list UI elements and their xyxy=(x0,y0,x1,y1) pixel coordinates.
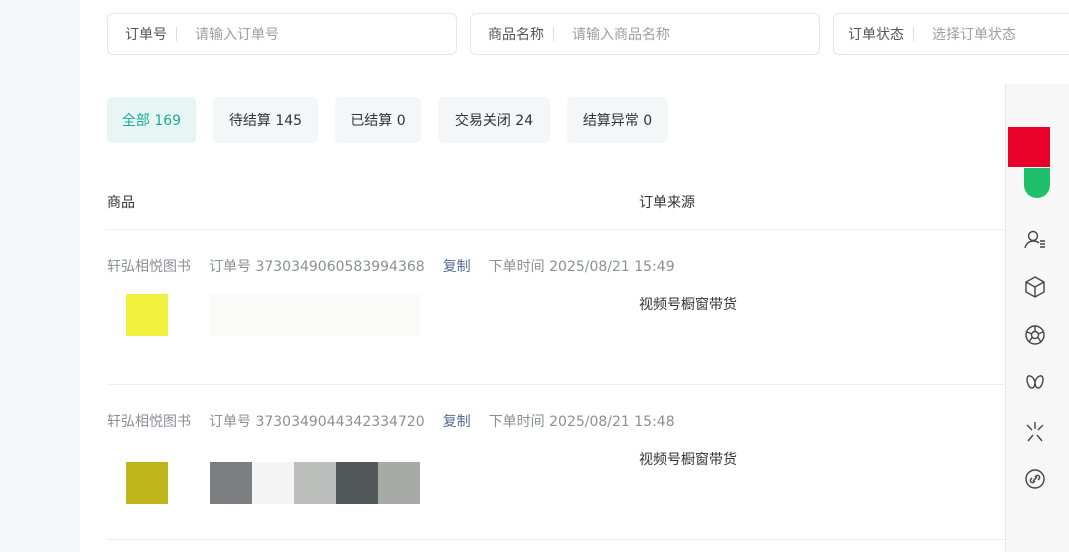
link-icon[interactable] xyxy=(1022,466,1048,492)
product-name-filter[interactable]: 商品名称 请输入商品名称 xyxy=(470,13,820,55)
order-source: 视频号橱窗带货 xyxy=(639,297,737,313)
sparkle-icon[interactable] xyxy=(1022,419,1048,445)
order-status-select[interactable]: 选择订单状态 xyxy=(914,24,1016,44)
order-status-label: 订单状态 xyxy=(834,24,914,44)
order-meta-row: 轩弘相悦图书 订单号 3730349060583994368 复制 下单时间 2… xyxy=(107,256,693,276)
product-thumbnail[interactable] xyxy=(294,462,336,504)
product-thumbnail[interactable] xyxy=(378,462,420,504)
order-number-filter[interactable]: 订单号 请输入订单号 xyxy=(107,13,457,55)
product-name-input[interactable]: 请输入商品名称 xyxy=(554,24,670,44)
tab-pending-settlement[interactable]: 待结算 145 xyxy=(213,97,318,143)
cube-icon[interactable] xyxy=(1022,274,1048,300)
copy-button[interactable]: 复制 xyxy=(443,256,471,276)
column-order-source: 订单来源 xyxy=(639,195,695,211)
shop-name[interactable]: 轩弘相悦图书 xyxy=(107,411,191,431)
copy-button[interactable]: 复制 xyxy=(443,411,471,431)
shop-name[interactable]: 轩弘相悦图书 xyxy=(107,256,191,276)
product-thumbnail[interactable] xyxy=(210,462,252,504)
product-name-label: 商品名称 xyxy=(471,24,554,44)
order-status-filter[interactable]: 订单状态 选择订单状态 xyxy=(833,13,1069,55)
chat-icon[interactable] xyxy=(1024,168,1050,198)
row-divider xyxy=(107,384,1005,385)
butterfly-icon[interactable] xyxy=(1022,370,1048,396)
product-thumbnail-blurred xyxy=(210,294,420,336)
product-thumbnail[interactable] xyxy=(126,462,168,504)
order-number-label: 订单号 xyxy=(108,24,177,44)
brand-badge[interactable] xyxy=(1008,127,1050,167)
aperture-icon[interactable] xyxy=(1022,322,1048,348)
row-divider xyxy=(107,539,1005,540)
user-list-icon[interactable] xyxy=(1022,227,1048,253)
product-thumbnail[interactable] xyxy=(252,462,294,504)
order-meta-row: 轩弘相悦图书 订单号 3730349044342334720 复制 下单时间 2… xyxy=(107,411,693,431)
order-number: 订单号 3730349044342334720 xyxy=(209,414,425,430)
order-source: 视频号橱窗带货 xyxy=(639,452,737,468)
product-thumbnail[interactable] xyxy=(126,294,168,336)
order-time: 下单时间 2025/08/21 15:48 xyxy=(488,414,675,430)
header-divider xyxy=(107,229,1005,230)
order-number-input[interactable]: 请输入订单号 xyxy=(177,24,279,44)
left-sidebar xyxy=(0,0,80,552)
product-thumbnail[interactable] xyxy=(336,462,378,504)
tab-closed[interactable]: 交易关闭 24 xyxy=(438,97,550,143)
order-number: 订单号 3730349060583994368 xyxy=(209,259,425,275)
order-time: 下单时间 2025/08/21 15:49 xyxy=(488,259,675,275)
column-product: 商品 xyxy=(107,195,135,211)
tab-all[interactable]: 全部 169 xyxy=(107,97,196,143)
tab-settled[interactable]: 已结算 0 xyxy=(335,97,421,143)
tab-settlement-error[interactable]: 结算异常 0 xyxy=(567,97,668,143)
